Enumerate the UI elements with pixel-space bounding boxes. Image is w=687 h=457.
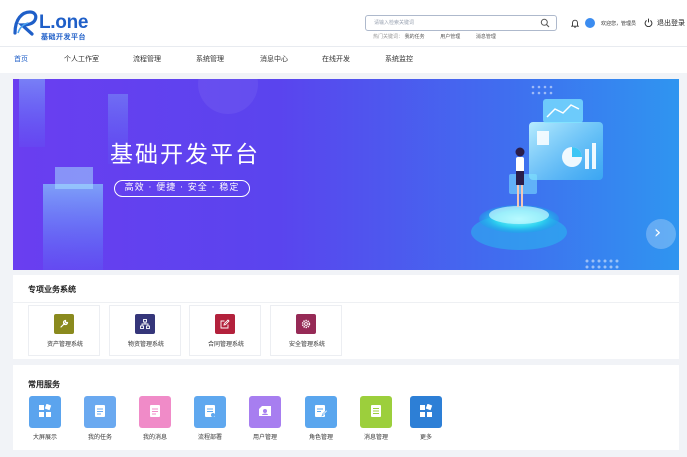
power-icon[interactable] [644,18,653,27]
contract-system-icon-bg [215,314,235,334]
service-icon-bg [305,396,337,428]
header: L.one 基础开发平台 热门关键词： 我的任务 用户管理 消息管理 欢迎您，管… [0,0,687,46]
hot-keyword[interactable]: 消息管理 [476,34,496,40]
business-systems-card: 专项业务系统 资产管理系统 物资管理系统 合同管理系统 安全管理系统 [13,275,679,359]
task-list-icon [95,405,105,417]
common-services-title: 常用服务 [28,380,60,389]
service-label: 用户管理 [252,434,277,441]
service-label: 我的任务 [87,434,112,441]
banner-illustration [19,79,619,270]
hot-keyword[interactable]: 用户管理 [440,34,460,40]
banner-tagline: 高效 · 便捷 · 安全 · 稳定 [114,180,250,197]
asset-system-icon-bg [54,314,74,334]
safety-system-tile[interactable]: 安全管理系统 [270,305,342,356]
nav-item-online-dev[interactable]: 在线开发 [322,55,350,63]
nav-item-messages[interactable]: 消息中心 [260,55,288,63]
nav-item-home[interactable]: 首页 [14,55,28,63]
edit-icon [220,319,230,329]
message-manage-icon [371,405,381,417]
system-label: 资产管理系统 [46,341,83,348]
service-icon-bg [410,396,442,428]
gear-icon [301,319,311,329]
service-icon-bg [360,396,392,428]
service-icon-bg [194,396,226,428]
grid-more-icon [420,404,433,417]
hero-banner: 基础开发平台 高效 · 便捷 · 安全 · 稳定 › [13,79,679,270]
nav-item-personal-studio[interactable]: 个人工作室 [64,55,99,63]
safety-system-icon-bg [296,314,316,334]
service-icon-bg [84,396,116,428]
material-system-icon-bg [135,314,155,334]
service-label: 更多 [419,434,432,441]
service-label: 消息管理 [363,434,388,441]
wrench-icon [60,319,69,328]
logo-mark-icon [13,10,38,36]
search-input[interactable] [374,17,534,29]
service-my-tasks[interactable]: 我的任务 [78,396,122,446]
service-message-manage[interactable]: 消息管理 [354,396,398,446]
dashboard-icon [39,404,52,417]
bell-icon[interactable] [571,19,579,28]
welcome-text: 欢迎您，管理员 [601,21,637,27]
business-systems-title: 专项业务系统 [28,285,76,294]
service-icon-bg [139,396,171,428]
service-process-deploy[interactable]: 流程部署 [188,396,232,446]
service-user-manage[interactable]: 用户管理 [243,396,287,446]
hot-keyword[interactable]: 我的任务 [405,34,425,40]
asset-system-tile[interactable]: 资产管理系统 [28,305,100,356]
service-dashboard[interactable]: 大屏展示 [23,396,67,446]
banner-next-button[interactable]: › [646,219,676,249]
main-nav: 首页 个人工作室 流程管理 系统管理 消息中心 在线开发 系统监控 [0,46,687,73]
service-icon-bg [29,396,61,428]
nav-item-system[interactable]: 系统管理 [196,55,224,63]
service-label: 角色管理 [308,434,333,441]
service-more[interactable]: 更多 [404,396,448,446]
system-label: 物资管理系统 [127,341,164,348]
system-label: 合同管理系统 [207,341,244,348]
system-label: 安全管理系统 [288,341,325,348]
user-manage-icon [259,406,271,416]
service-label: 我的消息 [142,434,167,441]
common-services-card: 常用服务 大屏展示 我的任务 我的消息 流程部署 用户管理 角色管理 消息管理 … [13,365,679,450]
search-box [365,15,557,31]
nav-item-process[interactable]: 流程管理 [133,55,161,63]
avatar[interactable] [585,18,595,28]
brand-subtitle: 基础开发平台 [41,33,86,41]
service-label: 流程部署 [197,434,222,441]
brand-name: L.one [39,12,89,33]
service-label: 大屏展示 [32,434,57,441]
search-icon[interactable] [540,18,550,28]
material-system-tile[interactable]: 物资管理系统 [109,305,181,356]
hot-keywords-label: 热门关键词： [373,34,404,40]
nav-item-monitor[interactable]: 系统监控 [385,55,413,63]
service-role-manage[interactable]: 角色管理 [299,396,343,446]
role-edit-icon [315,405,328,417]
logo[interactable]: L.one 基础开发平台 [12,9,92,41]
process-doc-icon [205,405,215,417]
contract-system-tile[interactable]: 合同管理系统 [189,305,261,356]
chevron-right-icon: › [654,222,662,243]
card-divider [13,302,679,303]
hot-keywords: 热门关键词： 我的任务 用户管理 消息管理 [373,34,510,40]
service-my-messages[interactable]: 我的消息 [133,396,177,446]
banner-title: 基础开发平台 [110,142,260,168]
service-icon-bg [249,396,281,428]
message-doc-icon [150,405,160,417]
logout-button[interactable]: 退出登录 [657,19,685,27]
sitemap-icon [140,319,150,329]
